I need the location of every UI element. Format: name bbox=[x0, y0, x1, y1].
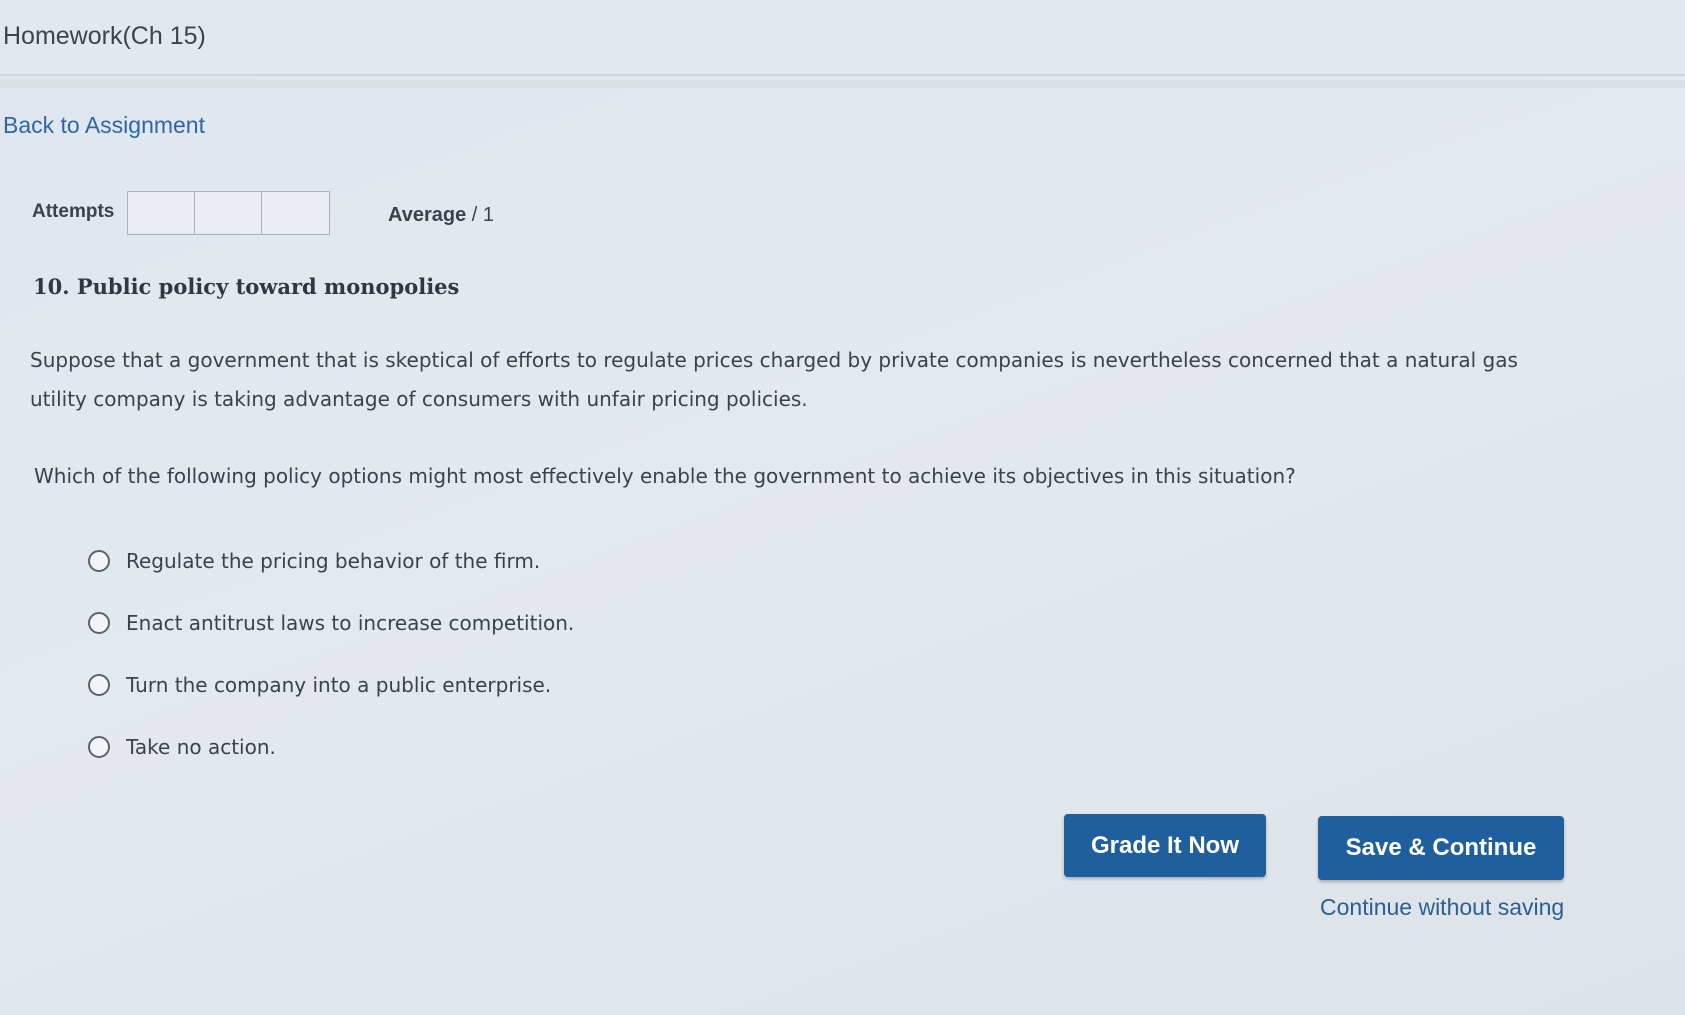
header-divider bbox=[0, 80, 1685, 88]
attempt-box bbox=[128, 192, 195, 234]
attempt-box bbox=[262, 192, 329, 234]
continue-without-saving-link[interactable]: Continue without saving bbox=[1320, 894, 1564, 921]
attempt-boxes bbox=[127, 191, 330, 235]
radio-button[interactable] bbox=[88, 550, 110, 572]
radio-button[interactable] bbox=[88, 736, 110, 758]
page-title: Homework(Ch 15) bbox=[3, 22, 206, 50]
scenario-line: utility company is taking advantage of c… bbox=[30, 387, 808, 411]
answer-options: Regulate the pricing behavior of the fir… bbox=[88, 530, 574, 778]
attempts-label: Attempts bbox=[32, 201, 115, 222]
grade-it-now-button[interactable]: Grade It Now bbox=[1064, 814, 1266, 877]
option-label: Turn the company into a public enterpris… bbox=[126, 673, 552, 697]
radio-button[interactable] bbox=[88, 674, 110, 696]
answer-option-antitrust[interactable]: Enact antitrust laws to increase competi… bbox=[88, 592, 574, 654]
scenario-line: Suppose that a government that is skepti… bbox=[30, 348, 1518, 372]
answer-option-public-enterprise[interactable]: Turn the company into a public enterpris… bbox=[88, 654, 574, 716]
radio-button[interactable] bbox=[88, 612, 110, 634]
average-score: Average / 1 bbox=[388, 204, 494, 227]
option-label: Enact antitrust laws to increase competi… bbox=[126, 611, 575, 635]
answer-option-no-action[interactable]: Take no action. bbox=[88, 716, 574, 778]
option-label: Take no action. bbox=[126, 735, 276, 759]
question-scenario: Suppose that a government that is skepti… bbox=[30, 341, 1590, 419]
answer-option-regulate[interactable]: Regulate the pricing behavior of the fir… bbox=[88, 530, 574, 592]
question-prompt: Which of the following policy options mi… bbox=[34, 464, 1296, 488]
attempt-box bbox=[195, 192, 262, 234]
option-label: Regulate the pricing behavior of the fir… bbox=[126, 549, 541, 573]
average-value: / 1 bbox=[471, 204, 495, 226]
average-label: Average bbox=[388, 204, 467, 226]
back-to-assignment-link[interactable]: Back to Assignment bbox=[3, 112, 205, 139]
question-title: 10. Public policy toward monopolies bbox=[33, 274, 460, 299]
save-and-continue-button[interactable]: Save & Continue bbox=[1318, 816, 1564, 880]
header-bar: Homework(Ch 15) bbox=[0, 0, 1685, 76]
